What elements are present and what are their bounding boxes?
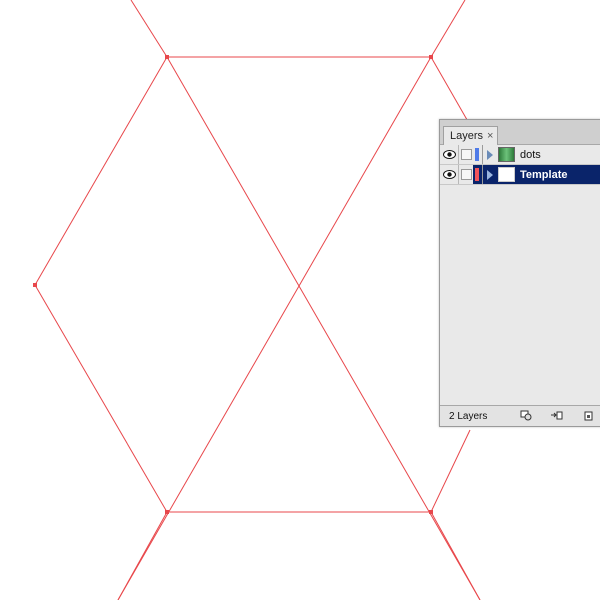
eye-icon	[442, 150, 456, 159]
column-divider	[482, 145, 483, 164]
layer-name[interactable]: Template	[520, 169, 567, 181]
layer-color-chip	[475, 148, 479, 161]
anchor-point[interactable]	[33, 283, 37, 287]
lock-box-icon	[460, 149, 472, 160]
guide-line[interactable]	[430, 429, 471, 513]
anchor-point[interactable]	[165, 510, 169, 514]
panel-tab-bar: Layers ×	[440, 120, 600, 145]
new-sublayer-icon[interactable]	[550, 410, 563, 421]
layer-list: dots Template	[440, 145, 600, 185]
guide-line[interactable]	[430, 511, 481, 600]
new-layer-icon[interactable]	[582, 410, 595, 421]
visibility-toggle[interactable]	[440, 145, 459, 164]
make-clipping-mask-icon[interactable]	[520, 410, 533, 421]
anchor-point[interactable]	[429, 510, 433, 514]
tab-layers-label: Layers	[450, 129, 484, 142]
lock-box-icon	[460, 169, 472, 180]
guide-line[interactable]	[34, 284, 168, 513]
layer-name[interactable]: dots	[520, 149, 541, 161]
panel-footer: 2 Layers	[440, 405, 600, 426]
eye-icon	[442, 170, 456, 179]
anchor-point[interactable]	[165, 55, 169, 59]
visibility-toggle[interactable]	[440, 165, 459, 184]
close-icon[interactable]: ×	[487, 128, 493, 145]
layer-row-template[interactable]: Template	[440, 165, 600, 185]
layer-row-dots[interactable]: dots	[440, 145, 600, 165]
guide-line[interactable]	[166, 56, 481, 600]
guide-line[interactable]	[117, 511, 168, 600]
layer-thumbnail	[498, 147, 515, 162]
lock-toggle[interactable]	[459, 165, 473, 184]
layers-panel[interactable]: Layers × dots Template 2 Layers	[439, 119, 600, 427]
expand-triangle-icon[interactable]	[487, 149, 493, 160]
guide-line[interactable]	[130, 0, 168, 58]
column-divider	[482, 165, 483, 184]
guide-line[interactable]	[117, 56, 432, 600]
layer-color-chip	[475, 168, 479, 181]
guide-line[interactable]	[34, 56, 168, 286]
layer-count: 2 Layers	[449, 410, 488, 422]
expand-triangle-icon[interactable]	[487, 169, 493, 180]
lock-toggle[interactable]	[459, 145, 473, 164]
anchor-point[interactable]	[429, 55, 433, 59]
tab-layers[interactable]: Layers ×	[443, 126, 499, 145]
guide-line[interactable]	[430, 56, 471, 126]
guide-line[interactable]	[430, 0, 466, 58]
layer-thumbnail	[498, 167, 515, 182]
